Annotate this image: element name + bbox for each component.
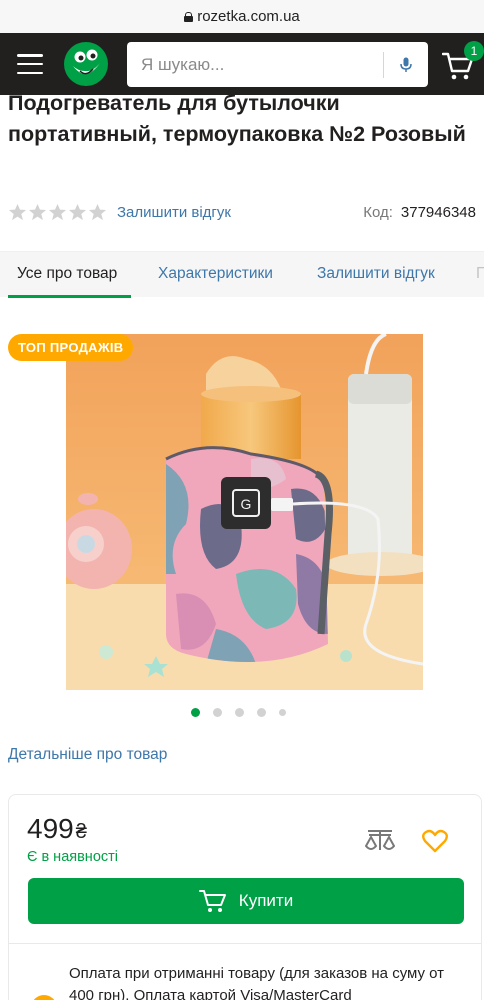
product-details-link[interactable]: Детальніше про товар bbox=[8, 746, 167, 764]
tab-all-about-product[interactable]: Усе про товар bbox=[17, 265, 117, 283]
buy-block: 499 ₴ Є в наявності Купити Оплата при отр… bbox=[8, 794, 482, 1000]
gallery-dot[interactable] bbox=[191, 708, 200, 717]
site-header: Я шукаю... 1 bbox=[0, 33, 484, 95]
tab-characteristics[interactable]: Характеристики bbox=[158, 265, 273, 283]
cart-count-badge: 1 bbox=[464, 41, 484, 61]
tab-leave-review[interactable]: Залишити відгук bbox=[317, 265, 435, 283]
cart-icon bbox=[198, 890, 226, 912]
menu-icon[interactable] bbox=[17, 54, 43, 74]
svg-text:G: G bbox=[241, 496, 252, 512]
star-icon bbox=[68, 203, 87, 220]
rozetka-logo-icon[interactable] bbox=[63, 41, 109, 87]
star-icon bbox=[48, 203, 67, 220]
browser-url-bar[interactable]: rozetka.com.ua bbox=[0, 0, 484, 33]
star-icon bbox=[88, 203, 107, 220]
product-tabs: Усе про товар Характеристики Залишити ві… bbox=[0, 251, 484, 298]
tab-more[interactable]: П bbox=[476, 265, 484, 283]
buy-button[interactable]: Купити bbox=[28, 878, 464, 924]
product-image[interactable]: G bbox=[66, 334, 423, 690]
star-icon bbox=[28, 203, 47, 220]
gallery-dot[interactable] bbox=[279, 709, 286, 716]
compare-scales-icon[interactable] bbox=[365, 828, 395, 856]
product-title: Подогреватель для бутылочки портативный,… bbox=[8, 91, 466, 146]
search-input[interactable]: Я шукаю... bbox=[127, 55, 383, 75]
leave-review-link[interactable]: Залишити відгук bbox=[117, 204, 231, 221]
price-value: 499 bbox=[27, 813, 74, 844]
top-sales-badge: ТОП ПРОДАЖІВ bbox=[8, 334, 134, 361]
product-code-label: Код: bbox=[363, 203, 393, 221]
payment-info-icon bbox=[31, 995, 57, 1000]
microphone-icon[interactable] bbox=[384, 42, 428, 87]
lock-icon bbox=[184, 11, 194, 22]
heart-icon[interactable] bbox=[422, 829, 448, 853]
active-tab-indicator bbox=[8, 295, 131, 298]
rating-stars bbox=[8, 203, 107, 222]
buy-button-label: Купити bbox=[238, 891, 294, 910]
stock-status: Є в наявності bbox=[27, 849, 118, 865]
gallery-dot[interactable] bbox=[213, 708, 222, 717]
gallery-dot[interactable] bbox=[235, 708, 244, 717]
gallery-dots bbox=[191, 708, 286, 717]
payment-info-text: Оплата при отриманні товару (для заказов… bbox=[69, 965, 445, 1000]
product-code: Код: 377946348 bbox=[363, 204, 476, 221]
currency-symbol: ₴ bbox=[75, 821, 87, 843]
url-text: rozetka.com.ua bbox=[197, 8, 300, 25]
rating-row: Залишити відгук Код: 377946348 bbox=[8, 199, 476, 225]
price: 499 ₴ bbox=[27, 813, 87, 845]
star-icon bbox=[8, 203, 27, 220]
gallery-dot[interactable] bbox=[257, 708, 266, 717]
search-box[interactable]: Я шукаю... bbox=[127, 42, 428, 87]
product-code-value: 377946348 bbox=[400, 203, 476, 221]
card-divider bbox=[9, 943, 481, 944]
